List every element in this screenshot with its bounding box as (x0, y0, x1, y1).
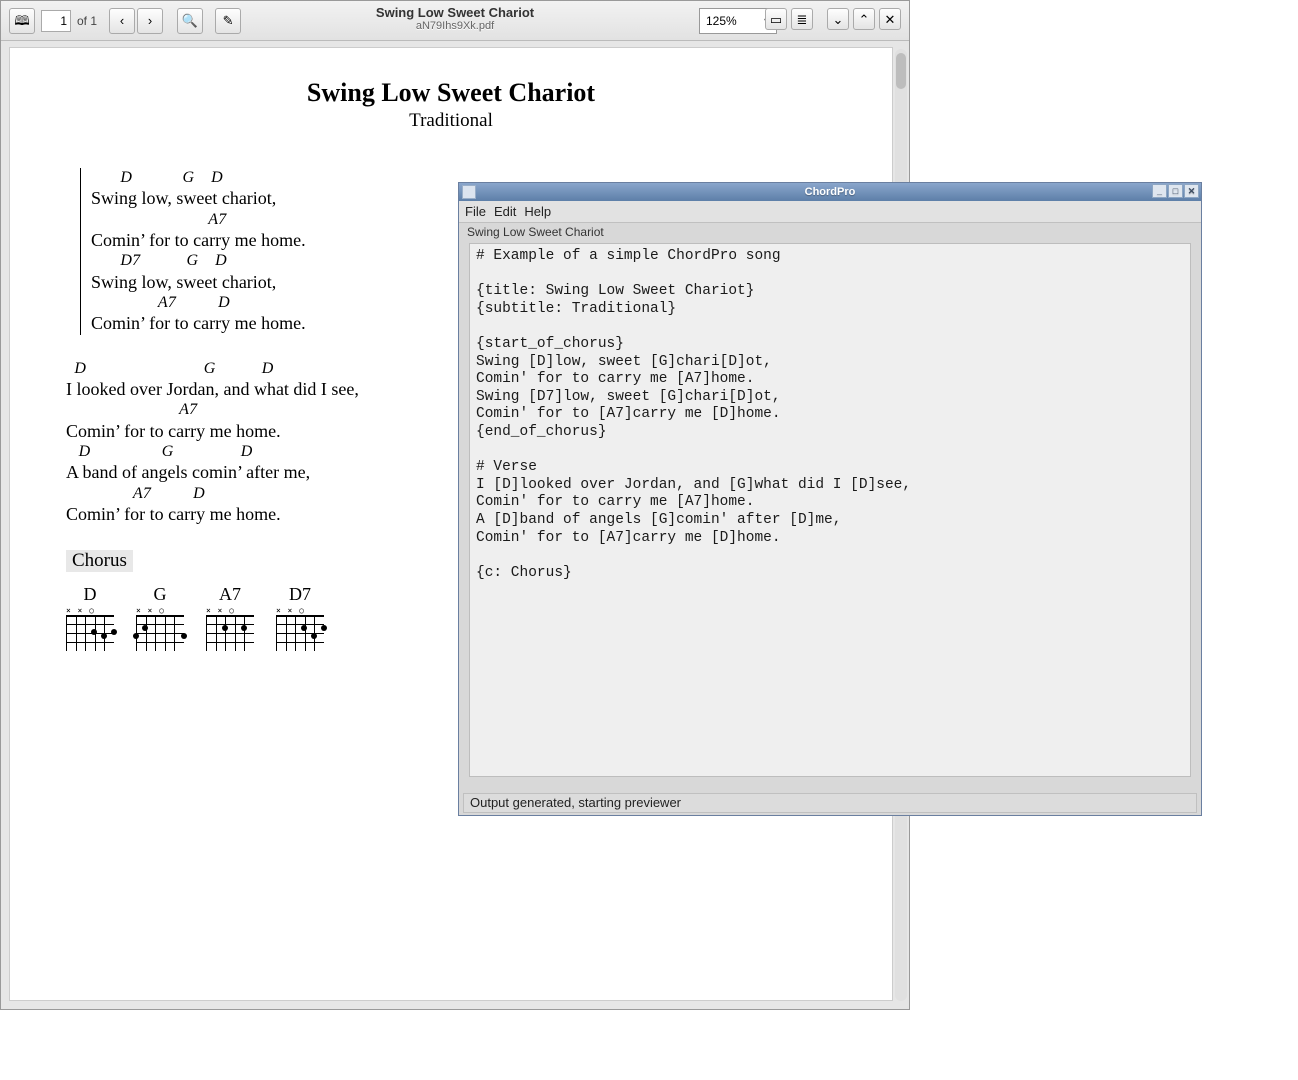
list-lines-icon: ≣ (797, 13, 808, 26)
doc-icon-button[interactable]: 🕮 (9, 8, 35, 34)
minimize-button[interactable]: _ (1152, 184, 1167, 198)
fretboard: ××○ (276, 607, 324, 651)
document-filename: aN79Ihs9Xk.pdf (376, 20, 534, 32)
editor-title: ChordPro (805, 186, 856, 198)
chevron-left-icon: ‹ (120, 14, 124, 27)
source-line: Comin' for to [A7]carry me [D]home. (476, 530, 1184, 548)
annotate-button[interactable]: ✎ (215, 8, 241, 34)
source-line (476, 547, 1184, 565)
editor-titlebar[interactable]: ChordPro _ □ ✕ (459, 183, 1201, 201)
chord-diagram: A7××○ (206, 584, 254, 651)
source-line: Comin' for to carry me [A7]home. (476, 494, 1184, 512)
source-line (476, 318, 1184, 336)
close-icon: ✕ (885, 13, 896, 26)
prev-page-button[interactable]: ‹ (109, 8, 135, 34)
source-line: {subtitle: Traditional} (476, 301, 1184, 319)
menu-file[interactable]: File (465, 204, 486, 219)
pencil-icon: ✎ (223, 14, 234, 27)
chord-name: G (154, 584, 167, 605)
chorus-label: Chorus (66, 550, 133, 572)
chordpro-editor-window: ChordPro _ □ ✕ File Edit Help Swing Low … (458, 182, 1202, 816)
scroll-down-button[interactable]: ⌄ (827, 8, 849, 30)
source-line: {c: Chorus} (476, 565, 1184, 583)
chord-name: A7 (219, 584, 241, 605)
source-line: # Verse (476, 459, 1184, 477)
close-button[interactable]: ✕ (879, 8, 901, 30)
document-title: Swing Low Sweet Chariot (376, 5, 534, 20)
source-line: I [D]looked over Jordan, and [G]what did… (476, 477, 1184, 495)
source-line (476, 442, 1184, 460)
chevron-right-icon: › (148, 14, 152, 27)
document-title-area: Swing Low Sweet Chariot aN79Ihs9Xk.pdf (376, 5, 534, 32)
maximize-button[interactable]: □ (1168, 184, 1183, 198)
chord-diagram: D7××○ (276, 584, 324, 651)
source-line: A [D]band of angels [G]comin' after [D]m… (476, 512, 1184, 530)
chevron-down-icon: ⌄ (833, 13, 844, 26)
scroll-up-button[interactable]: ⌃ (853, 8, 875, 30)
source-line: # Example of a simple ChordPro song (476, 248, 1184, 266)
fretboard: ××○ (206, 607, 254, 651)
chord-name: D (84, 584, 97, 605)
search-icon: 🔍 (182, 14, 198, 27)
document-icon: 🕮 (14, 14, 29, 27)
search-button[interactable]: 🔍 (177, 8, 203, 34)
zoom-value: 125% (706, 14, 737, 28)
source-line: {end_of_chorus} (476, 424, 1184, 442)
statusbar: Output generated, starting previewer (463, 793, 1197, 813)
song-title: Swing Low Sweet Chariot (66, 78, 836, 108)
source-line: {title: Swing Low Sweet Chariot} (476, 283, 1184, 301)
chord-diagram: G××○ (136, 584, 184, 651)
fretboard: ××○ (136, 607, 184, 651)
menu-help[interactable]: Help (524, 204, 551, 219)
toolbar-right-group: ▭ ≣ ⌄ ⌃ ✕ (765, 8, 901, 30)
fretboard: ××○ (66, 607, 114, 651)
editor-menubar: File Edit Help (459, 201, 1201, 223)
menu-edit[interactable]: Edit (494, 204, 516, 219)
page-of-label: of 1 (77, 14, 97, 28)
source-line: {start_of_chorus} (476, 336, 1184, 354)
song-subtitle: Traditional (66, 110, 836, 132)
source-line: Comin' for to [A7]carry me [D]home. (476, 406, 1184, 424)
source-line: Comin' for to carry me [A7]home. (476, 371, 1184, 389)
view-mode-button[interactable]: ≣ (791, 8, 813, 30)
app-icon (462, 185, 476, 199)
pdf-toolbar: 🕮 of 1 ‹ › 🔍 ✎ Swing Low Sweet Chariot a… (1, 1, 909, 41)
chord-diagram: D××○ (66, 584, 114, 651)
source-line: Swing [D]low, sweet [G]chari[D]ot, (476, 354, 1184, 372)
pdf-scrollbar-thumb[interactable] (896, 53, 906, 89)
next-page-button[interactable]: › (137, 8, 163, 34)
editor-tab[interactable]: Swing Low Sweet Chariot (459, 223, 1201, 241)
source-line (476, 266, 1184, 284)
source-line: Swing [D7]low, sweet [G]chari[D]ot, (476, 389, 1184, 407)
source-editor[interactable]: # Example of a simple ChordPro song {tit… (469, 243, 1191, 777)
chord-name: D7 (289, 584, 311, 605)
fit-page-icon: ▭ (770, 13, 782, 26)
window-close-button[interactable]: ✕ (1184, 184, 1199, 198)
chevron-up-icon: ⌃ (859, 13, 870, 26)
fit-page-button[interactable]: ▭ (765, 8, 787, 30)
page-number-input[interactable] (41, 10, 71, 32)
